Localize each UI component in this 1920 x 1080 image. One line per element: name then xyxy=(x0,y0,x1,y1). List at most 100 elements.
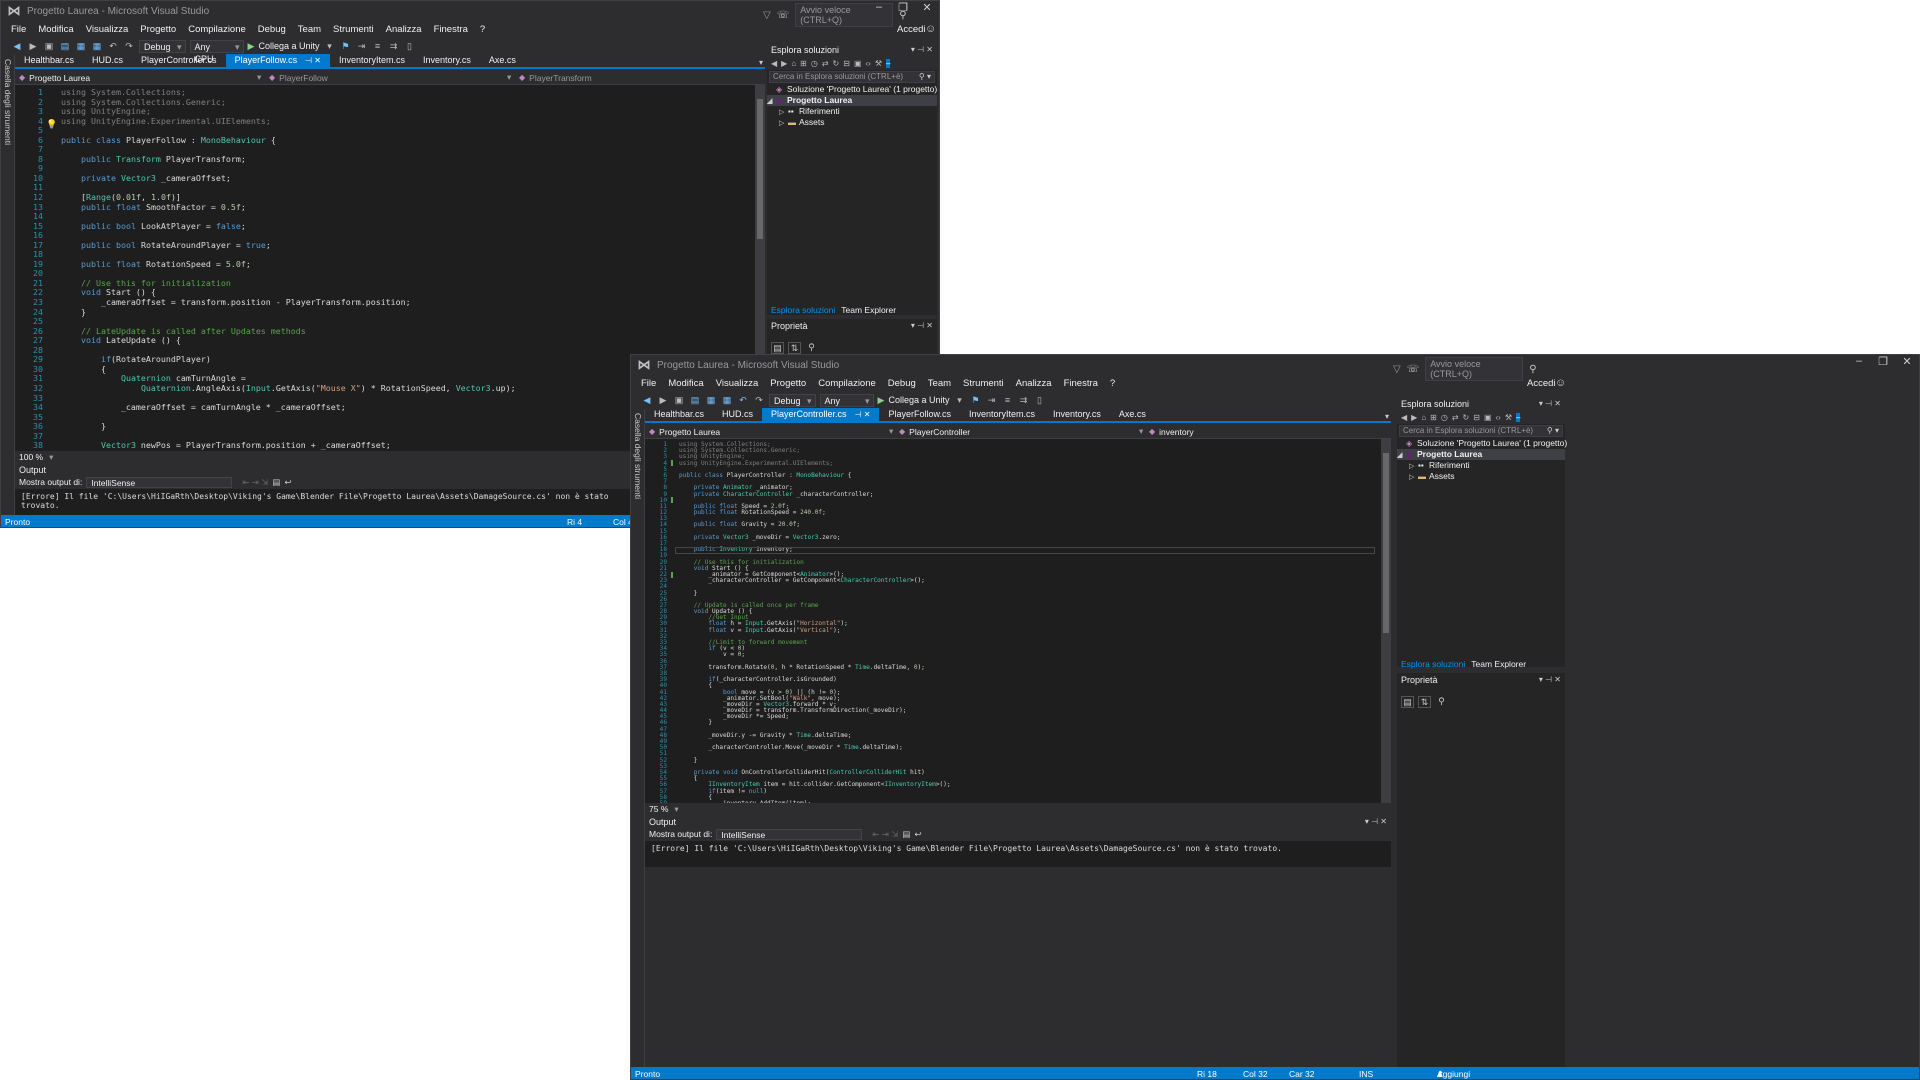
output-source-dropdown[interactable]: IntelliSense xyxy=(86,476,233,488)
output-action-icons[interactable]: ⇤ ⇥ ⇲ xyxy=(242,477,268,488)
sync-icon[interactable]: ⇄ xyxy=(1452,413,1459,422)
code-line[interactable]: _characterController = GetComponent<Char… xyxy=(679,577,951,584)
tab-list-icon[interactable]: ▾ xyxy=(1385,412,1389,421)
clear-output-icon[interactable]: ▤ xyxy=(902,829,910,840)
account-icon[interactable]: ☺ xyxy=(925,23,936,35)
code-line[interactable]: if(RotateAroundPlayer) xyxy=(61,355,516,365)
tree-references-node[interactable]: ▷ ▪▪ Riferimenti xyxy=(767,106,937,117)
menu-strumenti[interactable]: Strumenti xyxy=(957,378,1010,389)
nav-dropdown-icon[interactable]: ▾ xyxy=(1139,426,1143,437)
panel-controls-icon[interactable]: ▾ ⊣ ✕ xyxy=(1539,675,1561,684)
code-line[interactable]: } xyxy=(61,422,516,432)
sign-in-link[interactable]: Accedi xyxy=(897,24,926,35)
undo-icon[interactable]: ↶ xyxy=(107,41,119,52)
alphabetical-icon[interactable]: ⇅ xyxy=(1418,696,1431,708)
menu-visualizza[interactable]: Visualizza xyxy=(80,24,135,35)
code-line[interactable]: public bool LookAtPlayer = false; xyxy=(61,221,516,232)
menu-visualizza[interactable]: Visualizza xyxy=(710,378,765,389)
tab-team-explorer[interactable]: Team Explorer xyxy=(841,305,896,317)
code-line[interactable]: void LateUpdate () { xyxy=(61,335,516,346)
zoom-level[interactable]: 75 % xyxy=(649,804,668,814)
indent-icon[interactable]: ⇉ xyxy=(387,41,399,52)
tab-hud[interactable]: HUD.cs xyxy=(83,54,132,67)
code-line[interactable]: public class PlayerFollow : MonoBehaviou… xyxy=(61,135,516,146)
code-line[interactable]: using UnityEngine.Experimental.UIElement… xyxy=(61,116,516,127)
output-content[interactable]: [Errore] Il file 'C:\Users\HiIGaRth\Desk… xyxy=(645,841,1391,867)
new-project-icon[interactable]: ▣ xyxy=(673,395,685,406)
forward-icon[interactable]: ▶ xyxy=(27,41,39,52)
home-icon[interactable]: ⌂ xyxy=(1421,413,1426,422)
close-icon[interactable]: ✕ xyxy=(1895,355,1919,368)
back-icon[interactable]: ◀ xyxy=(11,41,23,52)
nav-project[interactable]: Progetto Laurea xyxy=(659,427,720,437)
menu-help[interactable]: ? xyxy=(1104,378,1121,389)
tab-solution-explorer[interactable]: Esplora soluzioni xyxy=(1401,659,1465,671)
tab-inventoryitem[interactable]: InventoryItem.cs xyxy=(330,54,414,67)
panel-controls-icon[interactable]: ▾ ⊣ ✕ xyxy=(911,45,933,54)
pin-icon[interactable]: ⊣ ✕ xyxy=(855,410,871,419)
word-wrap-icon[interactable]: ↩ xyxy=(914,829,921,840)
tab-healthbar[interactable]: Healthbar.cs xyxy=(15,54,83,67)
menu-analizza[interactable]: Analizza xyxy=(1010,378,1058,389)
forward-icon[interactable]: ▶ xyxy=(657,395,669,406)
config-dropdown[interactable]: Debug xyxy=(769,393,816,407)
filter-icon[interactable]: ▽ xyxy=(1393,364,1401,375)
nav-dropdown-icon[interactable]: ▾ xyxy=(257,72,261,83)
toolbox-strip[interactable]: Casella degli strumenti xyxy=(631,409,645,1067)
code-line[interactable]: transform.Rotate(0, h * RotationSpeed * … xyxy=(679,664,951,671)
menu-file[interactable]: File xyxy=(5,24,32,35)
tab-healthbar[interactable]: Healthbar.cs xyxy=(645,408,713,421)
alphabetical-icon[interactable]: ⇅ xyxy=(788,342,801,354)
play-icon[interactable]: ▶ xyxy=(878,395,885,406)
tree-project-node[interactable]: ◢ ◆ Progetto Laurea xyxy=(767,95,937,106)
save-all-icon[interactable]: ▦ xyxy=(91,41,103,52)
menu-debug[interactable]: Debug xyxy=(252,24,292,35)
bookmark-icon[interactable]: ⚑ xyxy=(339,41,351,52)
panel-controls-icon[interactable]: ▾ ⊣ ✕ xyxy=(1539,399,1561,408)
redo-icon[interactable]: ↷ xyxy=(753,395,765,406)
refresh-icon[interactable]: ↻ xyxy=(1463,413,1470,422)
sync-icon[interactable]: ⇄ xyxy=(822,59,829,68)
sign-in-link[interactable]: Accedi xyxy=(1527,378,1556,389)
tab-team-explorer[interactable]: Team Explorer xyxy=(1471,659,1526,671)
menu-debug[interactable]: Debug xyxy=(882,378,922,389)
switch-views-icon[interactable]: ⊞ xyxy=(1430,413,1437,422)
save-all-icon[interactable]: ▦ xyxy=(721,395,733,406)
output-action-icons[interactable]: ⇤ ⇥ ⇲ xyxy=(872,829,898,840)
nav-class[interactable]: PlayerFollow xyxy=(279,73,328,83)
tree-project-node[interactable]: ◢ ◆ Progetto Laurea xyxy=(1397,449,1565,460)
menu-file[interactable]: File xyxy=(635,378,662,389)
dropdown-arrow-icon[interactable]: ▾ xyxy=(953,395,965,406)
categorized-icon[interactable]: ▤ xyxy=(771,342,784,354)
code-text[interactable]: using System.Collections; using System.Co… xyxy=(61,85,516,451)
maximize-icon[interactable]: ❐ xyxy=(891,1,915,14)
menu-progetto[interactable]: Progetto xyxy=(764,378,812,389)
tab-inventory[interactable]: Inventory.cs xyxy=(414,54,480,67)
minimize-icon[interactable]: – xyxy=(1847,355,1871,368)
back-icon[interactable]: ◀ xyxy=(641,395,653,406)
menu-modifica[interactable]: Modifica xyxy=(32,24,79,35)
nav-class[interactable]: PlayerController xyxy=(909,427,970,437)
tab-hud[interactable]: HUD.cs xyxy=(713,408,762,421)
menu-progetto[interactable]: Progetto xyxy=(134,24,182,35)
categorized-icon[interactable]: ▤ xyxy=(1401,696,1414,708)
attach-unity-button[interactable]: Collega a Unity xyxy=(258,41,319,51)
source-control-button[interactable]: ⬆ Aggiungi al controllo del codice sorge… xyxy=(1437,1069,1470,1080)
menu-help[interactable]: ? xyxy=(474,24,491,35)
preview-icon[interactable]: – xyxy=(886,58,891,68)
tab-axe[interactable]: Axe.cs xyxy=(480,54,525,67)
code-icon[interactable]: ‹› xyxy=(1496,413,1501,422)
code-line[interactable]: public Transform PlayerTransform; xyxy=(61,154,516,165)
undo-icon[interactable]: ↶ xyxy=(737,395,749,406)
comment-icon[interactable]: ▯ xyxy=(1033,395,1045,406)
platform-dropdown[interactable]: Any CPU xyxy=(189,39,244,64)
collapse-icon[interactable]: ⊟ xyxy=(1473,413,1480,422)
home-icon[interactable]: ⌂ xyxy=(791,59,796,68)
config-dropdown[interactable]: Debug xyxy=(139,39,186,53)
nav-dropdown-icon[interactable]: ▾ xyxy=(889,426,893,437)
show-all-icon[interactable]: ▣ xyxy=(1484,413,1492,422)
vertical-scrollbar[interactable] xyxy=(1381,439,1391,803)
output-content[interactable]: [Errore] Il file 'C:\Users\HiIGaRth\Desk… xyxy=(15,489,635,515)
zoom-level[interactable]: 100 % xyxy=(19,452,43,462)
back-icon[interactable]: ◀ xyxy=(1401,413,1407,422)
